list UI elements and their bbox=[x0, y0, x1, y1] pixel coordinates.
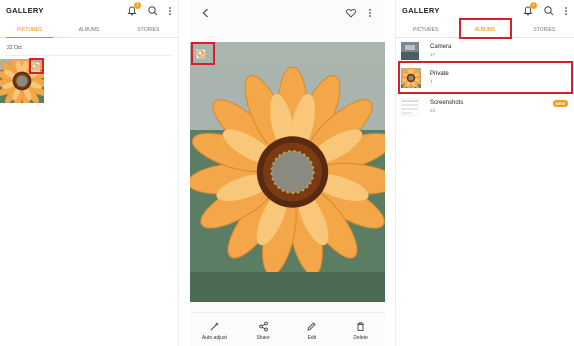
search-icon[interactable] bbox=[147, 4, 159, 16]
more-options-icon[interactable] bbox=[168, 4, 172, 16]
share-button[interactable]: Share bbox=[243, 321, 283, 341]
delete-button[interactable]: Delete bbox=[341, 321, 381, 341]
highlight-box bbox=[29, 58, 44, 74]
notification-bell-icon[interactable]: 1 bbox=[126, 2, 141, 16]
album-name: Camera bbox=[430, 44, 452, 50]
more-options-icon[interactable] bbox=[564, 4, 568, 16]
album-name: Screenshots bbox=[430, 100, 464, 106]
album-thumbnail bbox=[401, 98, 419, 116]
divider bbox=[5, 55, 173, 56]
notification-badge: 1 bbox=[134, 2, 141, 9]
screenshot-stage: GALLERY 1 PICTURES ALBUMS STORIES 22 Oct bbox=[0, 0, 574, 346]
edit-label: Edit bbox=[307, 335, 317, 341]
app-title: GALLERY bbox=[6, 6, 44, 15]
album-count: 24 bbox=[430, 108, 436, 113]
viewer-action-bar: Auto adjust Share Edit Delete bbox=[190, 312, 385, 346]
album-count: 17 bbox=[430, 52, 436, 57]
highlight-box bbox=[191, 42, 215, 65]
favorite-heart-icon[interactable] bbox=[345, 6, 357, 18]
date-header: 22 Oct bbox=[7, 45, 22, 51]
edit-button[interactable]: Edit bbox=[292, 321, 332, 341]
auto-adjust-label: Auto adjust bbox=[201, 335, 227, 341]
auto-adjust-button[interactable]: Auto adjust bbox=[194, 321, 234, 341]
share-icon bbox=[258, 321, 268, 332]
back-arrow-icon[interactable] bbox=[200, 6, 212, 18]
tab-pictures[interactable]: PICTURES bbox=[396, 25, 455, 37]
app-bar: GALLERY 1 bbox=[0, 0, 178, 24]
search-icon[interactable] bbox=[543, 4, 555, 16]
highlight-box bbox=[459, 18, 512, 39]
magic-wand-icon bbox=[210, 322, 219, 331]
photo-view[interactable] bbox=[190, 42, 385, 302]
share-label: Share bbox=[256, 335, 270, 341]
gallery-albums-panel: GALLERY 1 PICTURES ALBUMS STORIES Camera… bbox=[395, 0, 574, 346]
tab-stories[interactable]: STORIES bbox=[515, 25, 574, 37]
notification-badge: 1 bbox=[530, 2, 537, 9]
more-options-icon[interactable] bbox=[368, 6, 372, 18]
new-badge: NEW bbox=[552, 100, 568, 107]
viewer-top-bar bbox=[190, 0, 385, 24]
tab-bar: PICTURES ALBUMS STORIES bbox=[0, 25, 178, 38]
pencil-icon bbox=[307, 322, 317, 331]
tab-albums[interactable]: ALBUMS bbox=[59, 25, 118, 37]
album-screenshots[interactable]: Screenshots 24 NEW bbox=[396, 96, 574, 124]
photo-viewer-panel: Auto adjust Share Edit Delete bbox=[190, 0, 385, 346]
notification-bell-icon[interactable]: 1 bbox=[522, 2, 537, 16]
delete-label: Delete bbox=[353, 335, 368, 341]
tab-stories[interactable]: STORIES bbox=[119, 25, 178, 37]
gallery-pictures-panel: GALLERY 1 PICTURES ALBUMS STORIES 22 Oct bbox=[0, 0, 179, 346]
trash-icon bbox=[357, 322, 365, 331]
album-thumbnail bbox=[401, 42, 419, 60]
app-title: GALLERY bbox=[402, 6, 440, 15]
highlight-box bbox=[398, 61, 573, 94]
tab-pictures[interactable]: PICTURES bbox=[0, 25, 59, 38]
